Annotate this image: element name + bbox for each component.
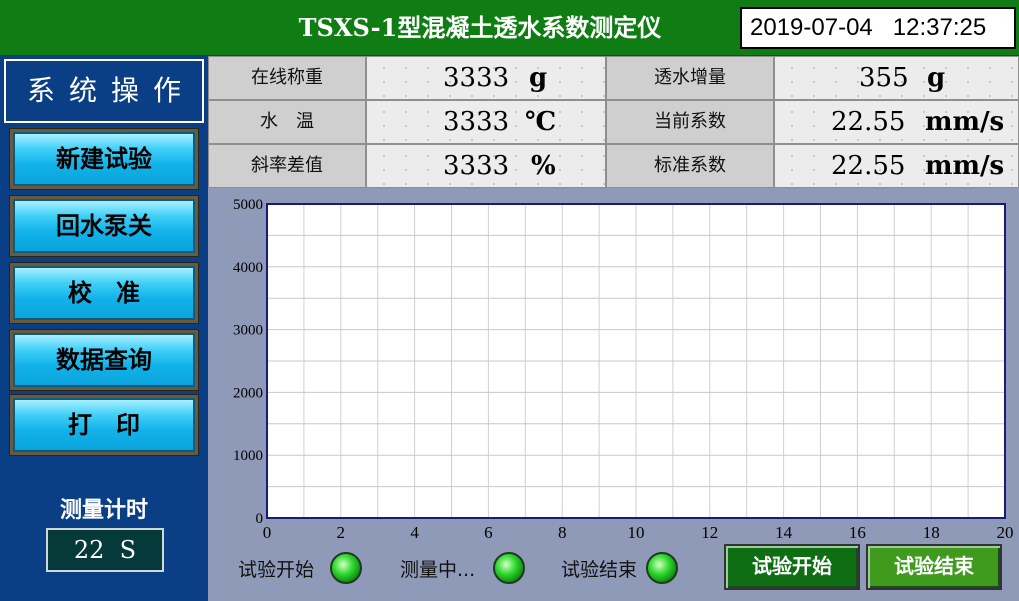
start-test-button[interactable]: 试验开始 — [724, 544, 860, 590]
data-query-button-label: 数据查询 — [13, 333, 195, 387]
current-coefficient-label: 当前系数 — [606, 100, 774, 144]
measurement-chart: 0100020003000400050000 2 4 6 8 10 12 14 16 18 20 — [233, 197, 1014, 538]
current-coefficient-number: 22.55 — [831, 107, 906, 137]
slope-diff-label: 斜率差值 — [208, 144, 366, 188]
return-pump-toggle-button[interactable]: 回水泵关 — [9, 195, 199, 257]
water-temp-number: 3333 — [443, 107, 510, 137]
y-tick-label: 4000 — [233, 260, 263, 276]
chart-panel: 0 1000 2000 3000 4000 5000 0 2 4 6 8 10 12 14 16 18 20 — [208, 188, 1019, 601]
calibrate-button-label: 校 准 — [13, 266, 195, 320]
permeate-increment-unit: g — [927, 63, 946, 93]
x-tick-label: 6 — [484, 523, 493, 538]
permeate-increment-label: 透水增量 — [606, 56, 774, 100]
time-text: 12:37:25 — [892, 14, 987, 41]
current-coefficient-unit: mm/s — [925, 107, 1005, 137]
timer-label: 测量计时 — [59, 497, 148, 523]
slope-diff-unit: % — [531, 151, 556, 181]
online-weight-value: 3333 g — [366, 56, 606, 100]
standard-coefficient-number: 22.55 — [831, 151, 906, 181]
calibrate-button[interactable]: 校 准 — [9, 262, 199, 324]
water-temp-unit: ℃ — [525, 107, 557, 137]
online-weight-label: 在线称重 — [208, 56, 366, 100]
date-text: 2019-07-04 — [750, 14, 873, 41]
standard-coefficient-unit: mm/s — [925, 151, 1005, 181]
permeate-increment-number: 355 — [859, 63, 909, 93]
y-tick-label: 3000 — [233, 323, 263, 339]
y-tick-label: 2000 — [233, 385, 263, 401]
current-coefficient-value: 22.55 mm/s — [774, 100, 1019, 144]
x-tick-label: 0 — [263, 523, 272, 538]
standard-coefficient-label: 标准系数 — [606, 144, 774, 188]
water-temp-value: 3333 ℃ — [366, 100, 606, 144]
x-tick-label: 10 — [628, 523, 645, 538]
y-tick-label: 1000 — [233, 448, 263, 464]
slope-diff-value: 3333 % — [366, 144, 606, 188]
x-tick-label: 4 — [410, 523, 419, 538]
indicator-start-led — [330, 552, 362, 584]
x-tick-label: 2 — [337, 523, 346, 538]
x-tick-label: 14 — [775, 523, 793, 538]
x-tick-label: 18 — [923, 523, 940, 538]
x-tick-label: 16 — [849, 523, 866, 538]
slope-diff-number: 3333 — [443, 151, 510, 181]
water-temp-label: 水 温 — [208, 100, 366, 144]
online-weight-unit: g — [529, 63, 548, 93]
timer-value: 22 — [73, 536, 105, 564]
indicator-start-label: 试验开始 — [238, 559, 315, 581]
end-test-button[interactable]: 试验结束 — [866, 544, 1002, 590]
x-tick-label: 8 — [558, 523, 567, 538]
measurement-grid: 在线称重 3333 g 透水增量 355 g 水 温 3333 ℃ 当前系数 2… — [208, 56, 1019, 188]
indicator-end-led — [646, 552, 678, 584]
print-button-label: 打 印 — [13, 398, 195, 452]
title-bar: TSXS-1型混凝土透水系数测定仪 2019-07-04 12:37:25 — [0, 0, 1019, 56]
y-tick-label: 5000 — [233, 197, 263, 213]
datetime-display: 2019-07-04 12:37:25 — [740, 7, 1016, 49]
return-pump-button-label: 回水泵关 — [13, 199, 195, 253]
indicator-measuring-label: 测量中... — [400, 559, 476, 581]
online-weight-number: 3333 — [443, 63, 510, 93]
new-test-button-label: 新建试验 — [13, 132, 195, 186]
new-test-button[interactable]: 新建试验 — [9, 128, 199, 190]
permeate-increment-value: 355 g — [774, 56, 1019, 100]
sidebar: 系统操作 新建试验 回水泵关 校 准 数据查询 打 印 测量计时 22 S — [0, 56, 208, 601]
timer-display: 22 S — [46, 528, 164, 572]
print-button[interactable]: 打 印 — [9, 394, 199, 456]
x-tick-label: 12 — [701, 523, 718, 538]
data-query-button[interactable]: 数据查询 — [9, 329, 199, 391]
sidebar-title: 系统操作 — [4, 59, 204, 123]
timer-unit: S — [119, 536, 137, 564]
x-tick-label: 20 — [997, 523, 1014, 538]
indicator-measuring-led — [493, 552, 525, 584]
standard-coefficient-value: 22.55 mm/s — [774, 144, 1019, 188]
app-title: TSXS-1型混凝土透水系数测定仪 — [298, 13, 662, 42]
indicator-end-label: 试验结束 — [561, 559, 638, 581]
